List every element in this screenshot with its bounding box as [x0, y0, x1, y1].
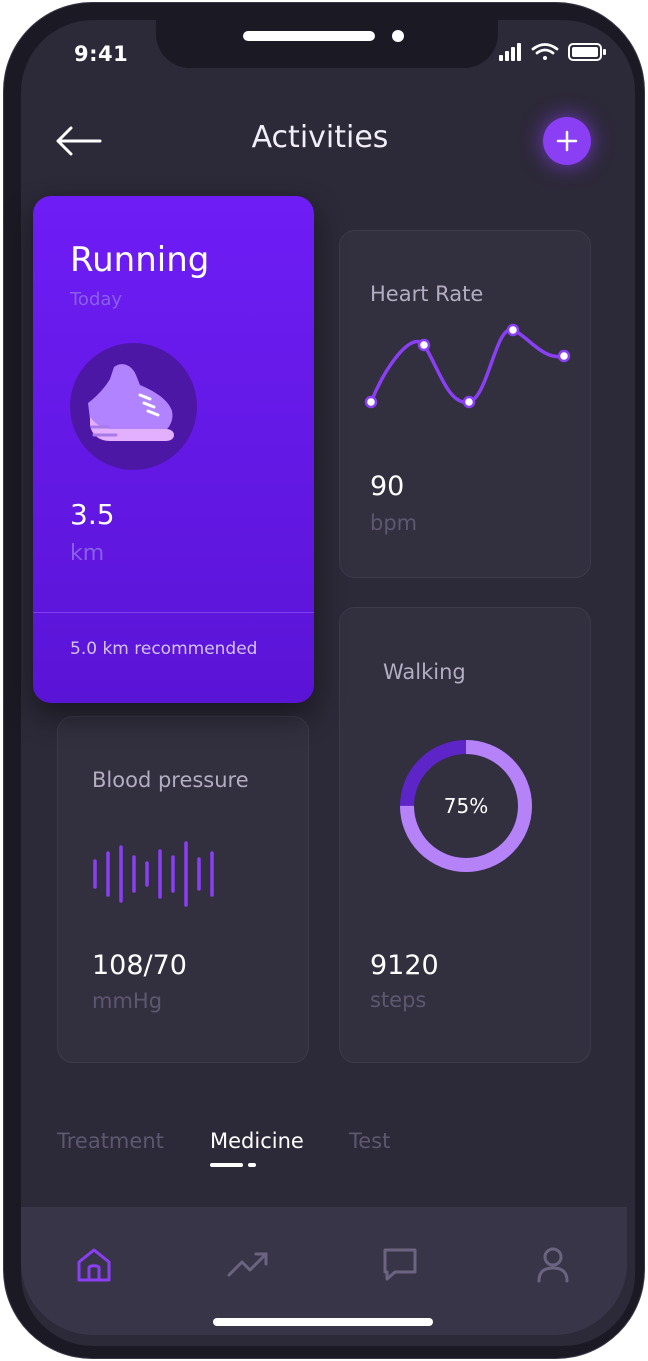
blood-pressure-unit: mmHg	[92, 989, 163, 1013]
running-distance-value: 3.5	[70, 498, 115, 531]
chat-icon	[383, 1248, 417, 1281]
running-card[interactable]: Running Today 3.5 km 5.0 km recommended	[33, 196, 314, 703]
status-time: 9:41	[74, 42, 129, 66]
running-recommendation: 5.0 km recommended	[70, 639, 258, 659]
walking-progress-label: 75%	[443, 794, 489, 818]
tab-treatment[interactable]: Treatment	[57, 1129, 164, 1153]
add-button[interactable]	[543, 117, 591, 165]
running-title: Running	[70, 240, 210, 280]
user-icon	[537, 1247, 569, 1283]
nav-stats-button[interactable]	[226, 1243, 270, 1287]
shoe-badge	[70, 343, 197, 470]
status-icons	[499, 43, 606, 61]
battery-icon	[568, 43, 606, 61]
walking-card[interactable]: Walking 75% 9120 steps	[339, 607, 591, 1063]
blood-pressure-card[interactable]: Blood pressure 108/70 mmHg	[57, 716, 309, 1063]
wifi-icon	[531, 43, 559, 60]
notch	[156, 20, 498, 68]
running-shoe-icon	[88, 364, 174, 441]
heart-rate-title: Heart Rate	[370, 282, 484, 306]
heart-rate-value: 90	[370, 471, 405, 502]
running-subtitle: Today	[70, 289, 123, 310]
walking-steps-unit: steps	[370, 988, 427, 1012]
walking-title: Walking	[383, 660, 466, 684]
heart-rate-points	[364, 323, 571, 409]
home-indicator	[213, 1318, 433, 1326]
nav-home-button[interactable]	[72, 1243, 116, 1287]
heart-rate-card[interactable]: Heart Rate 90 bpm	[339, 230, 591, 578]
home-icon	[77, 1248, 111, 1282]
heart-rate-wave	[364, 323, 571, 409]
signal-icon	[499, 43, 521, 61]
tab-active-indicator	[210, 1163, 243, 1167]
blood-pressure-waveform	[93, 841, 214, 907]
heart-rate-unit: bpm	[370, 511, 418, 535]
running-divider	[33, 612, 314, 613]
tab-medicine[interactable]: Medicine	[210, 1129, 304, 1153]
tab-active-indicator-dot	[248, 1163, 256, 1167]
speaker-grille	[243, 31, 375, 41]
back-button[interactable]	[52, 122, 104, 160]
plus-icon	[556, 130, 578, 152]
blood-pressure-title: Blood pressure	[92, 768, 249, 792]
nav-profile-button[interactable]	[531, 1243, 575, 1287]
walking-steps-value: 9120	[370, 950, 439, 981]
blood-pressure-value: 108/70	[92, 950, 187, 981]
camera-dot	[392, 30, 404, 42]
running-distance-unit: km	[70, 541, 105, 566]
tab-test[interactable]: Test	[349, 1129, 390, 1153]
page-title: Activities	[251, 120, 389, 155]
trending-icon	[227, 1252, 268, 1277]
arrow-left-icon	[56, 126, 102, 156]
nav-chat-button[interactable]	[378, 1243, 422, 1287]
